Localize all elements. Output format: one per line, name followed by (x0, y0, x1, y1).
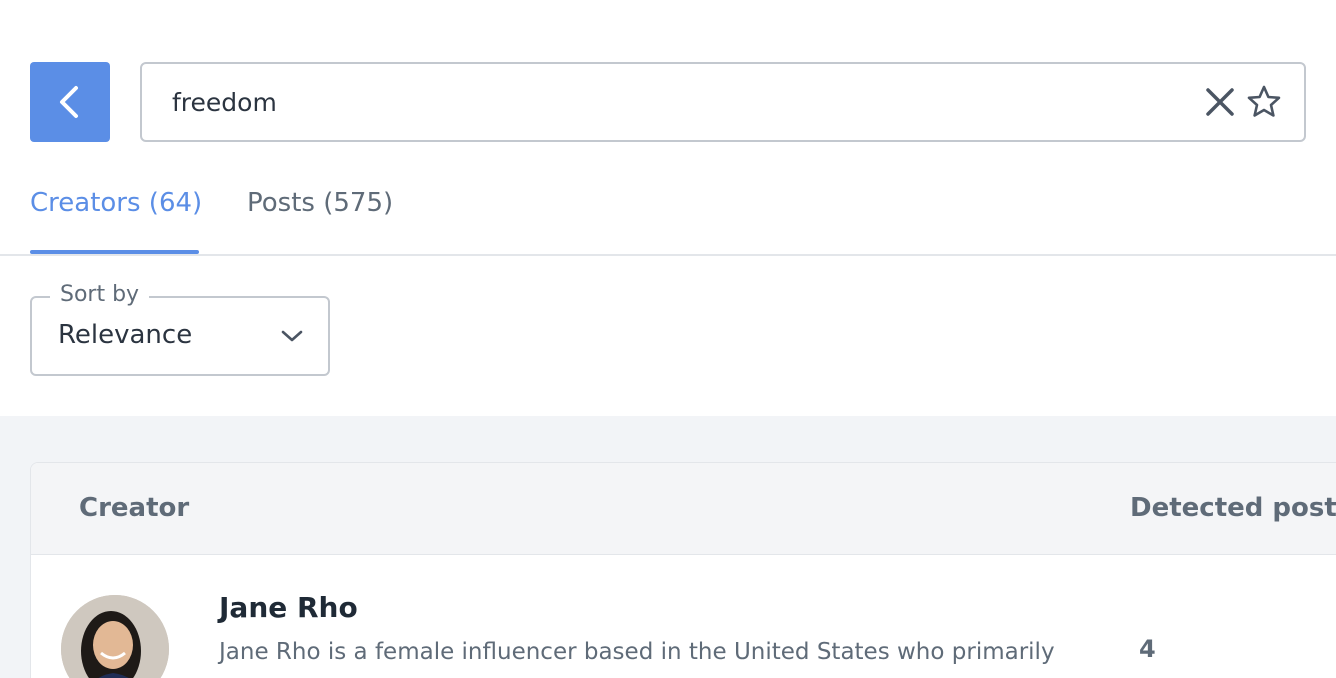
sort-by-label: Sort by (50, 282, 150, 307)
search-box (140, 62, 1306, 142)
chevron-left-icon (60, 86, 78, 118)
favorite-search-button[interactable] (1246, 84, 1282, 120)
creators-table: Creator Detected posts Jane Rho Jane Rho… (30, 462, 1336, 678)
sort-by-value: Relevance (58, 320, 193, 350)
back-button[interactable] (30, 62, 110, 142)
avatar[interactable] (61, 595, 169, 678)
creator-name[interactable]: Jane Rho (219, 591, 358, 624)
clear-search-button[interactable] (1204, 86, 1236, 118)
tab-posts[interactable]: Posts (575) (247, 188, 393, 218)
result-tabs: Creators (64) Posts (575) (0, 160, 1336, 256)
column-header-creator[interactable]: Creator (79, 493, 189, 523)
creator-description: Jane Rho is a female influencer based in… (219, 639, 1055, 665)
detected-posts-count: 4 (1139, 635, 1156, 663)
star-icon (1247, 85, 1281, 117)
chevron-down-icon (281, 330, 303, 342)
avatar-image (61, 595, 169, 678)
table-header: Creator Detected posts (31, 463, 1336, 555)
column-header-detected-posts[interactable]: Detected posts (1130, 493, 1336, 523)
tab-creators[interactable]: Creators (64) (30, 188, 202, 218)
close-icon (1206, 88, 1234, 116)
active-tab-indicator (30, 250, 199, 254)
sort-by-select[interactable]: Sort by Relevance (30, 282, 330, 376)
search-input[interactable] (172, 64, 1172, 140)
